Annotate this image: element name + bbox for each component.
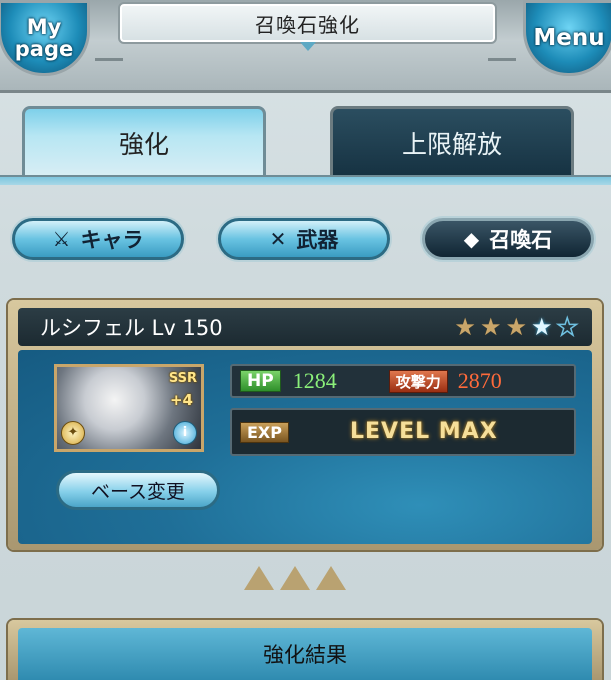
title-arrow-icon <box>299 42 316 51</box>
menu-button[interactable]: Menu <box>523 0 611 76</box>
result-label: 強化結果 <box>263 643 347 667</box>
attack-value: 2870 <box>457 368 502 393</box>
info-icon[interactable]: i <box>173 421 197 445</box>
attack-label: 攻撃力 <box>388 369 448 393</box>
mypage-label: My page <box>14 15 74 61</box>
header-ornament-left <box>95 58 123 61</box>
stats-row: HP 1284 攻撃力 2870 <box>230 364 576 398</box>
rarity-badge: SSR <box>168 371 197 386</box>
element-icon: ✦ <box>61 421 85 445</box>
hp-label: HP <box>240 370 281 392</box>
category-summon-label: 召喚石 <box>489 228 553 252</box>
summon-header: ルシフェル Lv 150 ★ ★ ★ ★ ★ <box>18 308 592 346</box>
character-icon: ⚔ <box>52 227 71 251</box>
summon-panel: ルシフェル Lv 150 ★ ★ ★ ★ ★ SSR +4 ✦ i ベース変更 … <box>8 300 602 550</box>
category-character-label: キャラ <box>80 228 144 252</box>
category-weapon-label: 武器 <box>296 228 339 252</box>
weapon-icon: ✕ <box>269 227 287 251</box>
menu-label: Menu <box>533 25 605 51</box>
triangle-icon <box>244 566 274 590</box>
tab-uncap-label: 上限解放 <box>401 129 502 159</box>
tab-enhance-label: 強化 <box>118 129 169 159</box>
base-change-button[interactable]: ベース変更 <box>56 470 220 510</box>
summon-name-level: ルシフェル Lv 150 <box>40 316 223 340</box>
level-max-text: LEVEL MAX <box>350 419 498 444</box>
category-weapon-button[interactable]: ✕ 武器 <box>218 218 390 260</box>
plus-badge: +4 <box>169 391 193 409</box>
uncap-stars: ★ ★ ★ ★ ★ <box>454 313 579 341</box>
category-character-button[interactable]: ⚔ キャラ <box>12 218 184 260</box>
summon-crystal-icon: ◆ <box>463 227 480 251</box>
summon-details: SSR +4 ✦ i ベース変更 HP 1284 攻撃力 2870 EXP LE… <box>18 350 592 544</box>
star-filled-icon: ★ <box>454 313 476 341</box>
result-panel: 強化結果 <box>8 620 602 680</box>
down-arrows <box>244 566 346 590</box>
page-title-text: 召喚石強化 <box>255 12 360 37</box>
triangle-icon <box>316 566 346 590</box>
hp-value: 1284 <box>292 368 337 393</box>
header-bar: My page 召喚石強化 Menu <box>0 0 611 93</box>
star-filled-icon: ★ <box>505 313 527 341</box>
result-header: 強化結果 <box>18 628 592 680</box>
page-title: 召喚石強化 <box>118 2 497 51</box>
star-filled-icon: ★ <box>479 313 502 341</box>
triangle-icon <box>280 566 310 590</box>
star-transcend-icon: ★ <box>530 313 553 341</box>
tab-underline <box>0 175 611 185</box>
summon-portrait[interactable]: SSR +4 ✦ i <box>54 364 204 452</box>
tab-enhance[interactable]: 強化 <box>22 106 266 176</box>
tab-uncap[interactable]: 上限解放 <box>330 106 574 176</box>
mypage-button[interactable]: My page <box>0 0 90 76</box>
header-ornament-right <box>488 58 516 61</box>
star-empty-icon: ★ <box>556 313 579 341</box>
base-change-label: ベース変更 <box>90 480 186 503</box>
category-summon-button[interactable]: ◆ 召喚石 <box>422 218 594 260</box>
exp-row: EXP LEVEL MAX <box>230 408 576 456</box>
exp-label: EXP <box>240 421 289 443</box>
